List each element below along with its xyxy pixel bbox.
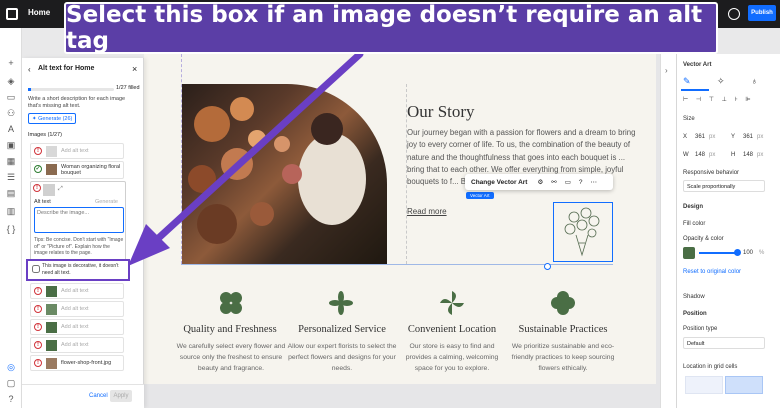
annotation-arrow [128, 50, 364, 266]
tutorial-caption: Select this box if an image doesn’t requ… [64, 2, 718, 54]
